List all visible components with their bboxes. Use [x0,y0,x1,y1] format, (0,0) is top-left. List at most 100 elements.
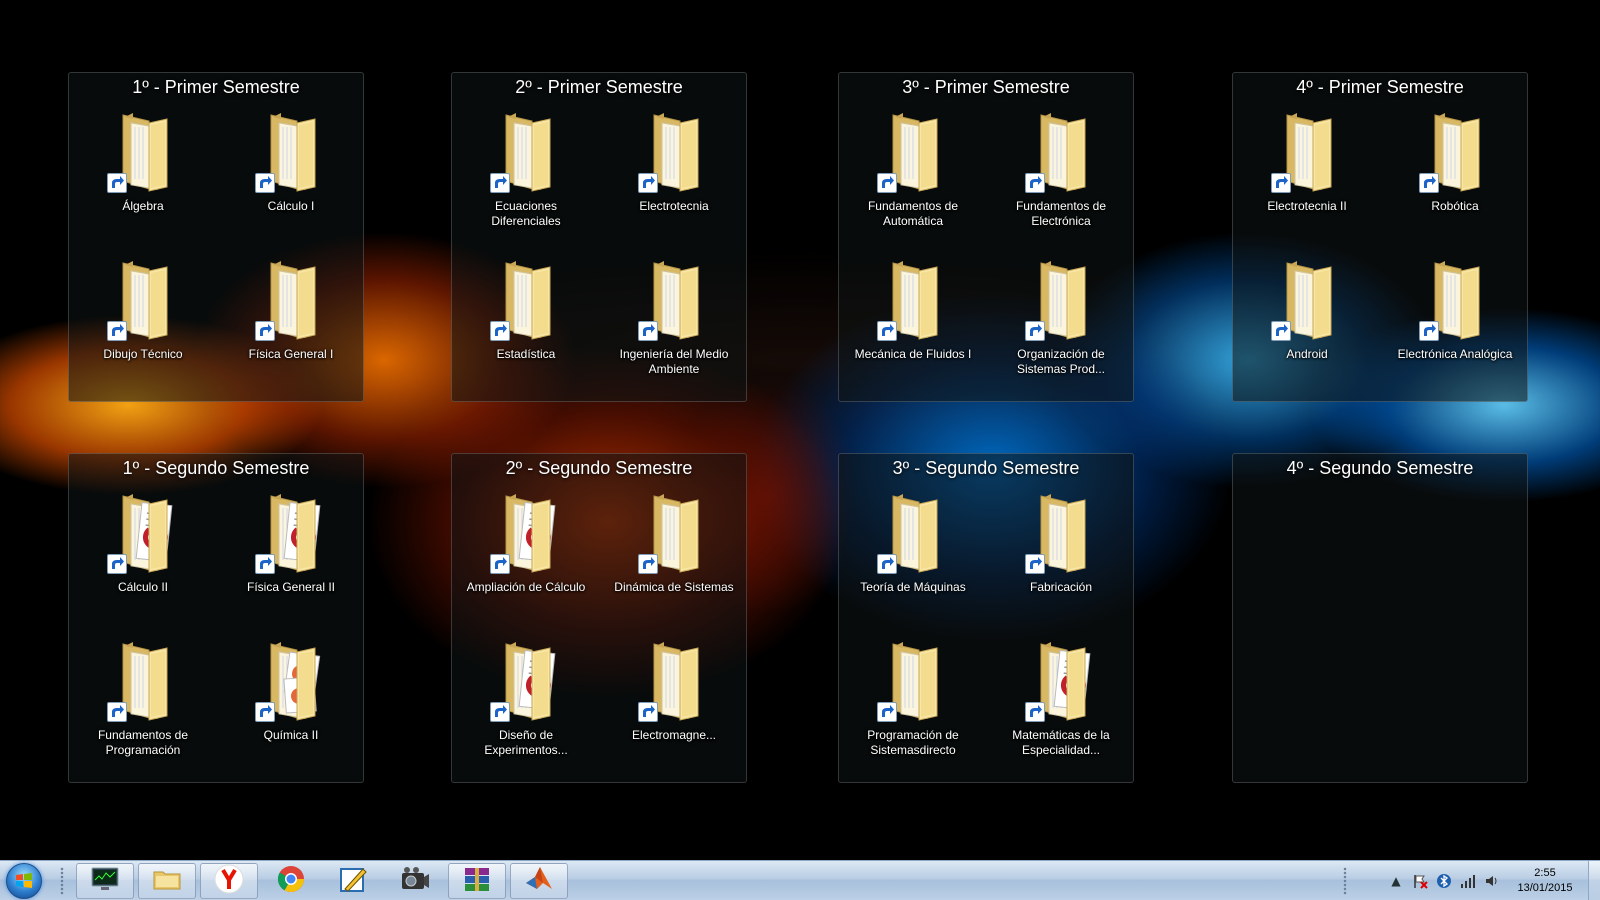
folder-icon [1025,257,1095,341]
shortcut-arrow-icon [1271,321,1291,341]
fence-title[interactable]: 2º - Segundo Semestre [452,454,746,482]
folder-with-document-icon [1025,638,1095,722]
desktop-shortcut[interactable]: Diseño de Experimentos... [452,634,600,782]
shortcut-arrow-icon [1025,173,1045,193]
desktop-shortcut[interactable]: Estadística [452,253,600,401]
desktop-shortcut[interactable]: Ecuaciones Diferenciales [452,105,600,253]
shortcut-arrow-icon [638,554,658,574]
fence-title[interactable]: 1º - Primer Semestre [69,73,363,101]
taskbar-button-winrar[interactable] [448,863,506,899]
fence[interactable]: 4º - Primer Semestre Electrotecnia II Robó… [1232,72,1528,402]
fence-title[interactable]: 3º - Segundo Semestre [839,454,1133,482]
desktop-shortcut[interactable]: Electromagne... [600,634,748,782]
shortcut-arrow-icon [107,554,127,574]
pen-icon [337,863,369,899]
show-hidden-icons-icon[interactable]: ▲ [1387,872,1405,890]
desktop-shortcut[interactable]: Android [1233,253,1381,401]
fence-title[interactable]: 4º - Primer Semestre [1233,73,1527,101]
folder-icon [1271,257,1341,341]
shortcut-label: Electromagne... [631,728,717,742]
desktop-shortcut[interactable]: Física General I [217,253,365,401]
network-signal-icon[interactable] [1459,872,1477,890]
desktop-shortcut[interactable]: Fundamentos de Electrónica [987,105,1135,253]
desktop-shortcut[interactable]: Electrotecnia II [1233,105,1381,253]
desktop-shortcut[interactable]: Álgebra [69,105,217,253]
shortcut-arrow-icon [255,173,275,193]
taskbar-button-pen-app[interactable] [324,863,382,899]
desktop-shortcut[interactable]: Mecánica de Fluidos I [839,253,987,401]
desktop-shortcut[interactable]: Física General II [217,486,365,634]
shortcut-arrow-icon [107,321,127,341]
desktop-shortcut[interactable]: Cálculo II [69,486,217,634]
folder-icon [1271,109,1341,193]
desktop-shortcut[interactable]: Cálculo I [217,105,365,253]
tray-grip[interactable] [1343,867,1347,895]
clock[interactable]: 2:55 13/01/2015 [1505,866,1585,896]
shortcut-arrow-icon [107,702,127,722]
desktop-shortcut[interactable]: Teoría de Máquinas [839,486,987,634]
fence[interactable]: 3º - Segundo Semestre Teoría de Máquinas F… [838,453,1134,783]
taskbar-button-chrome[interactable] [262,863,320,899]
desktop-shortcut[interactable]: Dibujo Técnico [69,253,217,401]
volume-icon[interactable] [1483,872,1501,890]
desktop-shortcut[interactable]: Ingeniería del Medio Ambiente [600,253,748,401]
taskbar-button-video-app[interactable] [386,863,444,899]
folder-icon [877,638,947,722]
shortcut-arrow-icon [877,173,897,193]
folder-icon [1025,109,1095,193]
fence[interactable]: 3º - Primer Semestre Fundamentos de Autom… [838,72,1134,402]
fence-title[interactable]: 1º - Segundo Semestre [69,454,363,482]
desktop-shortcut[interactable]: Fabricación [987,486,1135,634]
folder-with-document-icon [490,638,560,722]
desktop-shortcut[interactable]: Programación de Sistemasdirecto [839,634,987,782]
desktop-shortcut[interactable]: Matemáticas de la Especialidad... [987,634,1135,782]
fence-title[interactable]: 3º - Primer Semestre [839,73,1133,101]
desktop-shortcut[interactable]: Dinámica de Sistemas [600,486,748,634]
bluetooth-icon[interactable] [1435,872,1453,890]
fence[interactable]: 1º - Primer Semestre Álgebra Cálculo I Dibu… [68,72,364,402]
shortcut-label: Teoría de Máquinas [860,580,966,594]
desktop-shortcut[interactable]: Organización de Sistemas Prod... [987,253,1135,401]
desktop-shortcut[interactable]: Fundamentos de Programación [69,634,217,782]
monitor-icon [89,863,121,899]
windows-logo-icon [16,873,32,888]
shortcut-label: Estadística [496,347,556,361]
shortcut-arrow-icon [877,321,897,341]
desktop-shortcut[interactable]: Robótica [1381,105,1529,253]
fence[interactable]: 4º - Segundo Semestre [1232,453,1528,783]
film-camera-icon [399,863,431,899]
fence-title[interactable]: 2º - Primer Semestre [452,73,746,101]
fence[interactable]: 2º - Primer Semestre Ecuaciones Diferenci… [451,72,747,402]
shortcut-arrow-icon [490,702,510,722]
taskbar-grip[interactable] [60,867,64,895]
folder-icon [490,109,560,193]
taskbar-button-matlab[interactable] [510,863,568,899]
taskbar-button-file-explorer[interactable] [138,863,196,899]
shortcut-arrow-icon [638,321,658,341]
folder-icon [877,109,947,193]
fence[interactable]: 1º - Segundo Semestre Cálculo II Física Ge… [68,453,364,783]
shortcut-arrow-icon [877,702,897,722]
desktop-shortcut[interactable]: Electrotecnia [600,105,748,253]
action-center-flag-icon[interactable] [1411,872,1429,890]
desktop-shortcut[interactable]: Ampliación de Cálculo [452,486,600,634]
fence-items: Ampliación de Cálculo Dinámica de Sistema… [452,486,746,782]
fence-title[interactable]: 4º - Segundo Semestre [1233,454,1527,482]
shortcut-label: Dinámica de Sistemas [614,580,734,594]
shortcut-arrow-icon [255,702,275,722]
desktop-shortcut[interactable]: Química II [217,634,365,782]
show-desktop-button[interactable] [1588,861,1600,900]
taskbar-button-yandex-browser[interactable] [200,863,258,899]
taskbar-button-task-manager[interactable] [76,863,134,899]
fence[interactable]: 2º - Segundo Semestre Ampliación de Cálcu… [451,453,747,783]
start-button[interactable] [6,863,42,899]
folder-icon [638,257,708,341]
shortcut-arrow-icon [490,554,510,574]
desktop-shortcut[interactable]: Electrónica Analógica [1381,253,1529,401]
folder-icon [1419,109,1489,193]
fence-items: Electrotecnia II Robótica Android Electróni… [1233,105,1527,401]
shortcut-label: Ampliación de Cálculo [466,580,586,594]
desktop-shortcut[interactable]: Fundamentos de Automática [839,105,987,253]
folder-icon [638,638,708,722]
shortcut-label: Ingeniería del Medio Ambiente [619,347,729,376]
